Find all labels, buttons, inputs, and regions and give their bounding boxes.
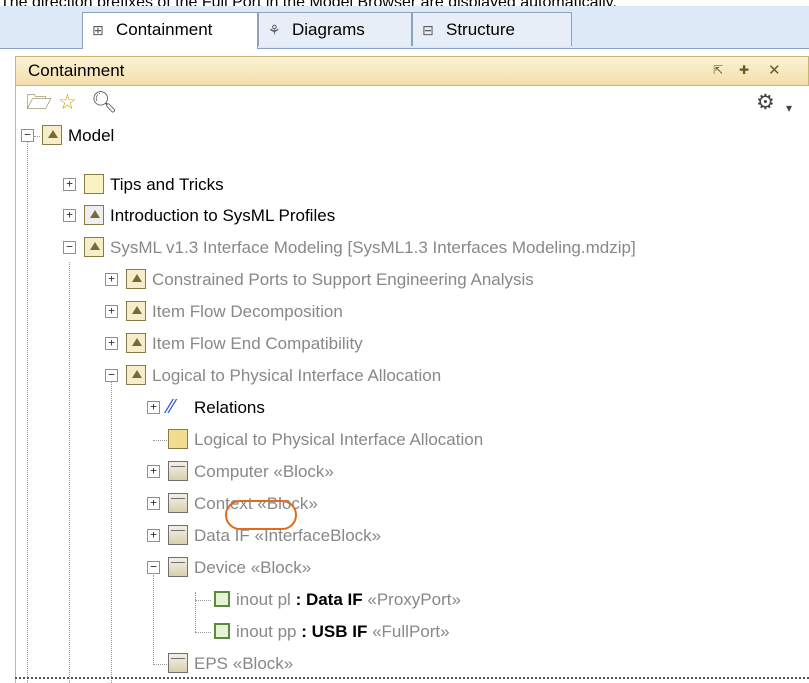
package-icon — [126, 301, 146, 321]
node-label: Computer — [194, 462, 269, 481]
type-label: : Data IF — [290, 590, 363, 609]
stereotype-label: «ProxyPort» — [367, 590, 461, 609]
package-icon — [126, 269, 146, 289]
stereotype-label: «FullPort» — [372, 622, 450, 641]
containment-icon: ⊞ — [92, 22, 104, 38]
node-label: Device — [194, 558, 246, 577]
node-label: Item Flow End Compatibility — [152, 334, 363, 353]
containment-tree: − Model + Tips and Tricks + Introduction… — [15, 122, 809, 683]
node-label: SysML v1.3 Interface Modeling [SysML1.3 … — [110, 238, 636, 257]
interface-block-icon — [168, 525, 188, 545]
tab-strip: ⊞ Containment ⚘ Diagrams ⊟ Structure — [0, 6, 809, 49]
search-icon[interactable]: 🔍︎ — [91, 92, 118, 114]
structure-icon: ⊟ — [422, 22, 434, 38]
block-icon — [168, 461, 188, 481]
node-label: pp — [272, 622, 297, 641]
node-label: Introduction to SysML Profiles — [110, 206, 336, 225]
collapse-icon[interactable]: − — [105, 369, 118, 382]
node-label: Tips and Tricks — [110, 175, 224, 194]
expand-icon[interactable]: + — [105, 305, 118, 318]
collapse-icon[interactable]: − — [63, 241, 76, 254]
collapse-icon[interactable]: − — [147, 561, 160, 574]
panel-title: Containment — [28, 61, 125, 80]
expand-icon[interactable]: + — [63, 178, 76, 191]
pin-icon[interactable]: ✚ — [739, 63, 749, 77]
folder-icon — [84, 174, 104, 194]
tab-diagrams[interactable]: ⚘ Diagrams — [258, 12, 412, 46]
diagrams-icon: ⚘ — [268, 22, 281, 38]
expand-icon[interactable]: + — [63, 209, 76, 222]
stereotype-label: «Block» — [273, 462, 334, 481]
package-icon — [126, 333, 146, 353]
node-label: Constrained Ports to Support Engineering… — [152, 270, 534, 289]
node-label: EPS — [194, 654, 229, 673]
favorites-icon[interactable]: ☆ — [58, 92, 77, 114]
highlight-circle — [225, 500, 297, 530]
type-label: : USB IF — [296, 622, 368, 641]
port-icon — [214, 623, 230, 639]
package-icon — [42, 125, 62, 145]
direction-label: inout — [236, 590, 273, 609]
toolbar: 🗁 ☆ 🔍︎ ⚙ ▾ — [15, 86, 809, 122]
tab-label: Structure — [446, 20, 515, 39]
relations-icon: ⁄⁄ — [168, 396, 175, 418]
expand-icon[interactable]: + — [147, 497, 160, 510]
close-icon[interactable]: ✕ — [768, 61, 781, 79]
node-label: Logical to Physical Interface Allocation — [194, 430, 484, 449]
node-label: Item Flow Decomposition — [152, 302, 343, 321]
tab-structure[interactable]: ⊟ Structure — [412, 12, 572, 46]
tab-containment[interactable]: ⊞ Containment — [82, 12, 258, 49]
expand-icon[interactable]: + — [147, 529, 160, 542]
expand-icon[interactable]: + — [105, 337, 118, 350]
bottom-divider — [15, 677, 809, 679]
expand-icon[interactable]: + — [147, 465, 160, 478]
collapse-icon[interactable]: − — [21, 129, 34, 142]
expand-icon[interactable]: + — [147, 401, 160, 414]
tab-label: Containment — [116, 20, 213, 39]
float-icon[interactable]: ⇱ — [713, 63, 723, 77]
chevron-down-icon[interactable]: ▾ — [786, 97, 792, 119]
stereotype-label: «Block» — [250, 558, 312, 577]
node-label: Relations — [194, 398, 265, 417]
open-folder-icon[interactable]: 🗁 — [26, 92, 52, 114]
tab-label: Diagrams — [292, 20, 365, 39]
node-label: pl — [272, 590, 291, 609]
port-icon — [214, 591, 230, 607]
package-icon — [126, 365, 146, 385]
block-icon — [168, 653, 188, 673]
expand-icon[interactable]: + — [105, 273, 118, 286]
block-icon — [168, 493, 188, 513]
model-package-icon — [84, 237, 104, 257]
profile-icon — [84, 205, 104, 225]
node-label: Model — [68, 126, 115, 145]
stereotype-label: «Block» — [232, 654, 294, 673]
panel-header: Containment ⇱ ✚ ✕ — [15, 56, 809, 86]
gear-icon[interactable]: ⚙ — [756, 92, 775, 114]
block-icon — [168, 557, 188, 577]
direction-label: inout — [236, 622, 273, 641]
node-label: Logical to Physical Interface Allocation — [152, 366, 442, 385]
diagram-icon — [168, 429, 188, 449]
